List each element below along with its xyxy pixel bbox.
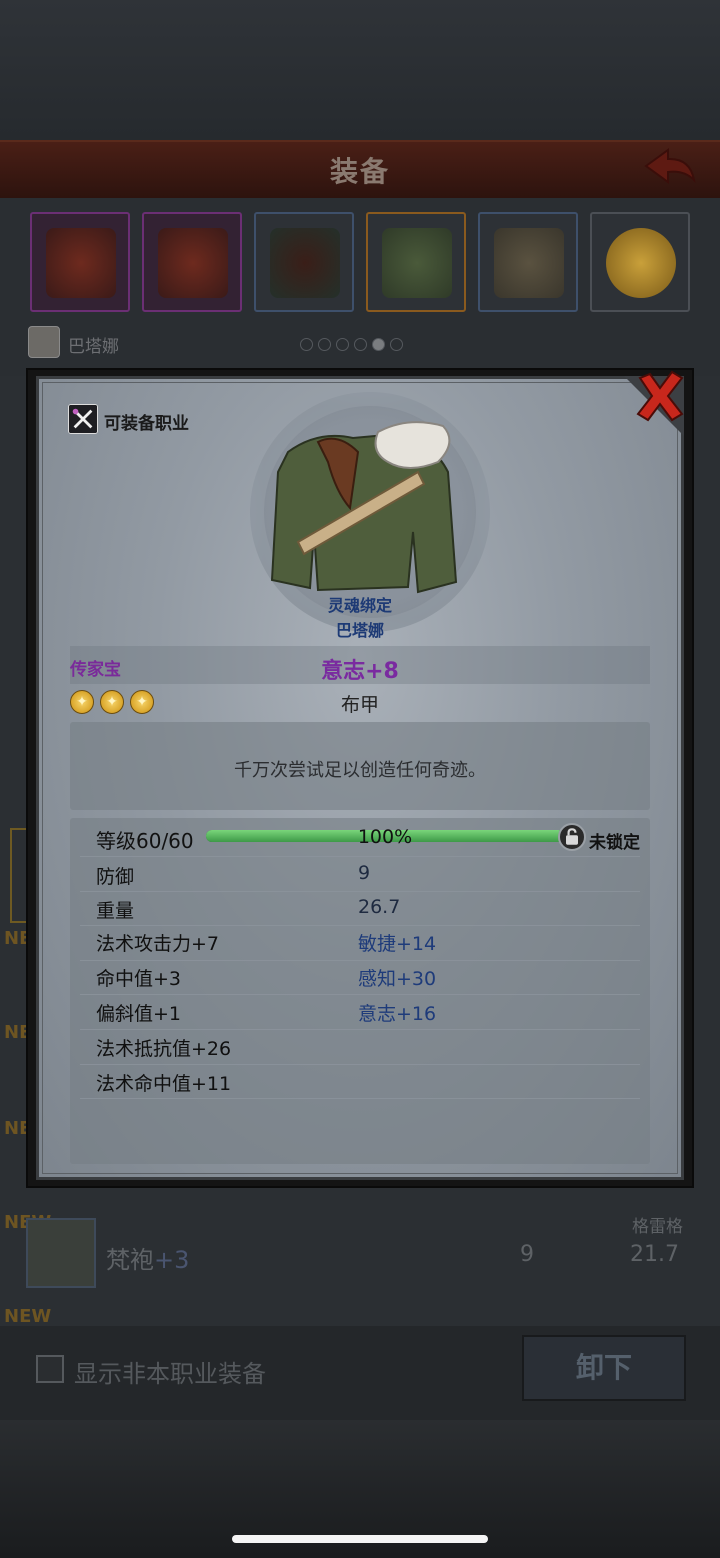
page-dot-active [372, 338, 385, 351]
home-indicator[interactable] [232, 1535, 488, 1543]
equipment-slot-amulet[interactable] [590, 212, 690, 312]
character-name: 巴塔娜 [68, 337, 119, 357]
page-dot [390, 338, 403, 351]
show-other-class-checkbox[interactable] [36, 1355, 64, 1383]
new-badge: NEW [4, 1306, 52, 1327]
page-dot [318, 338, 331, 351]
stat-perception: 感知+30 [358, 968, 437, 990]
item-defense: 9 [520, 1242, 534, 1267]
item-description: 千万次尝试足以创造任何奇迹。 [234, 760, 486, 781]
top-background [0, 0, 720, 140]
equipment-slot-hood[interactable] [254, 212, 354, 312]
crossed-tools-icon [68, 404, 98, 434]
boots-icon [494, 228, 564, 298]
xp-percent: 100% [357, 826, 413, 848]
stat-weight-value: 26.7 [358, 896, 401, 918]
unequip-button[interactable]: 卸下 [522, 1335, 686, 1401]
equipment-slot-boots[interactable] [478, 212, 578, 312]
stat-weight-label: 重量 [96, 900, 135, 922]
fur-tunic-icon [270, 421, 458, 594]
close-icon[interactable] [632, 368, 688, 424]
show-other-class-label: 显示非本职业装备 [74, 1360, 266, 1388]
stat-spell-attack: 法术攻击力+7 [96, 933, 220, 955]
back-arrow-icon[interactable] [642, 146, 698, 186]
armor-type: 布甲 [340, 694, 379, 716]
stat-hit: 命中值+3 [96, 968, 182, 990]
list-item[interactable]: NEW 梵袍+3 9 21.7 格雷格 [4, 1208, 700, 1308]
item-weight: 21.7 [630, 1242, 679, 1267]
stat-spell-hit: 法术命中值+11 [96, 1073, 232, 1095]
divider [80, 925, 640, 926]
divider [80, 1098, 640, 1099]
equipment-slot-gloves-1[interactable] [30, 212, 130, 312]
page-dot [336, 338, 349, 351]
bind-status: 灵魂绑定 [327, 596, 392, 615]
equip-class-label: 可装备职业 [104, 414, 189, 434]
page-title: 装备 [329, 155, 390, 188]
lock-icon[interactable] [558, 823, 586, 851]
divider [80, 960, 640, 961]
page-dot [354, 338, 367, 351]
gloves-icon [158, 228, 228, 298]
stat-will: 意志+16 [358, 1003, 437, 1025]
equipment-slot-armor[interactable] [366, 212, 466, 312]
divider [80, 1029, 640, 1030]
armor-icon [26, 1218, 96, 1288]
main-bonus: 意志+8 [321, 659, 399, 684]
stat-spell-resist: 法术抵抗值+26 [96, 1038, 232, 1060]
item-name: 梵袍+3 [106, 1246, 190, 1274]
divider [80, 891, 640, 892]
equipment-slot-gloves-2[interactable] [142, 212, 242, 312]
stat-defense-label: 防御 [96, 866, 135, 888]
item-owner: 格雷格 [632, 1217, 683, 1237]
avatar [28, 326, 60, 358]
armor-icon [382, 228, 452, 298]
page-dot [300, 338, 313, 351]
lock-status[interactable]: 未锁定 [589, 828, 640, 853]
level-label: 等级60/60 [96, 829, 194, 853]
divider [80, 1064, 640, 1065]
stat-defense-value: 9 [358, 862, 371, 884]
divider [80, 856, 640, 857]
page-indicator [300, 336, 430, 351]
stat-deflect: 偏斜值+1 [96, 1003, 182, 1025]
amulet-icon [606, 228, 676, 298]
bound-owner: 巴塔娜 [335, 621, 384, 640]
gloves-icon [46, 228, 116, 298]
hood-icon [270, 228, 340, 298]
divider [80, 994, 640, 995]
stat-agility: 敏捷+14 [358, 933, 437, 955]
